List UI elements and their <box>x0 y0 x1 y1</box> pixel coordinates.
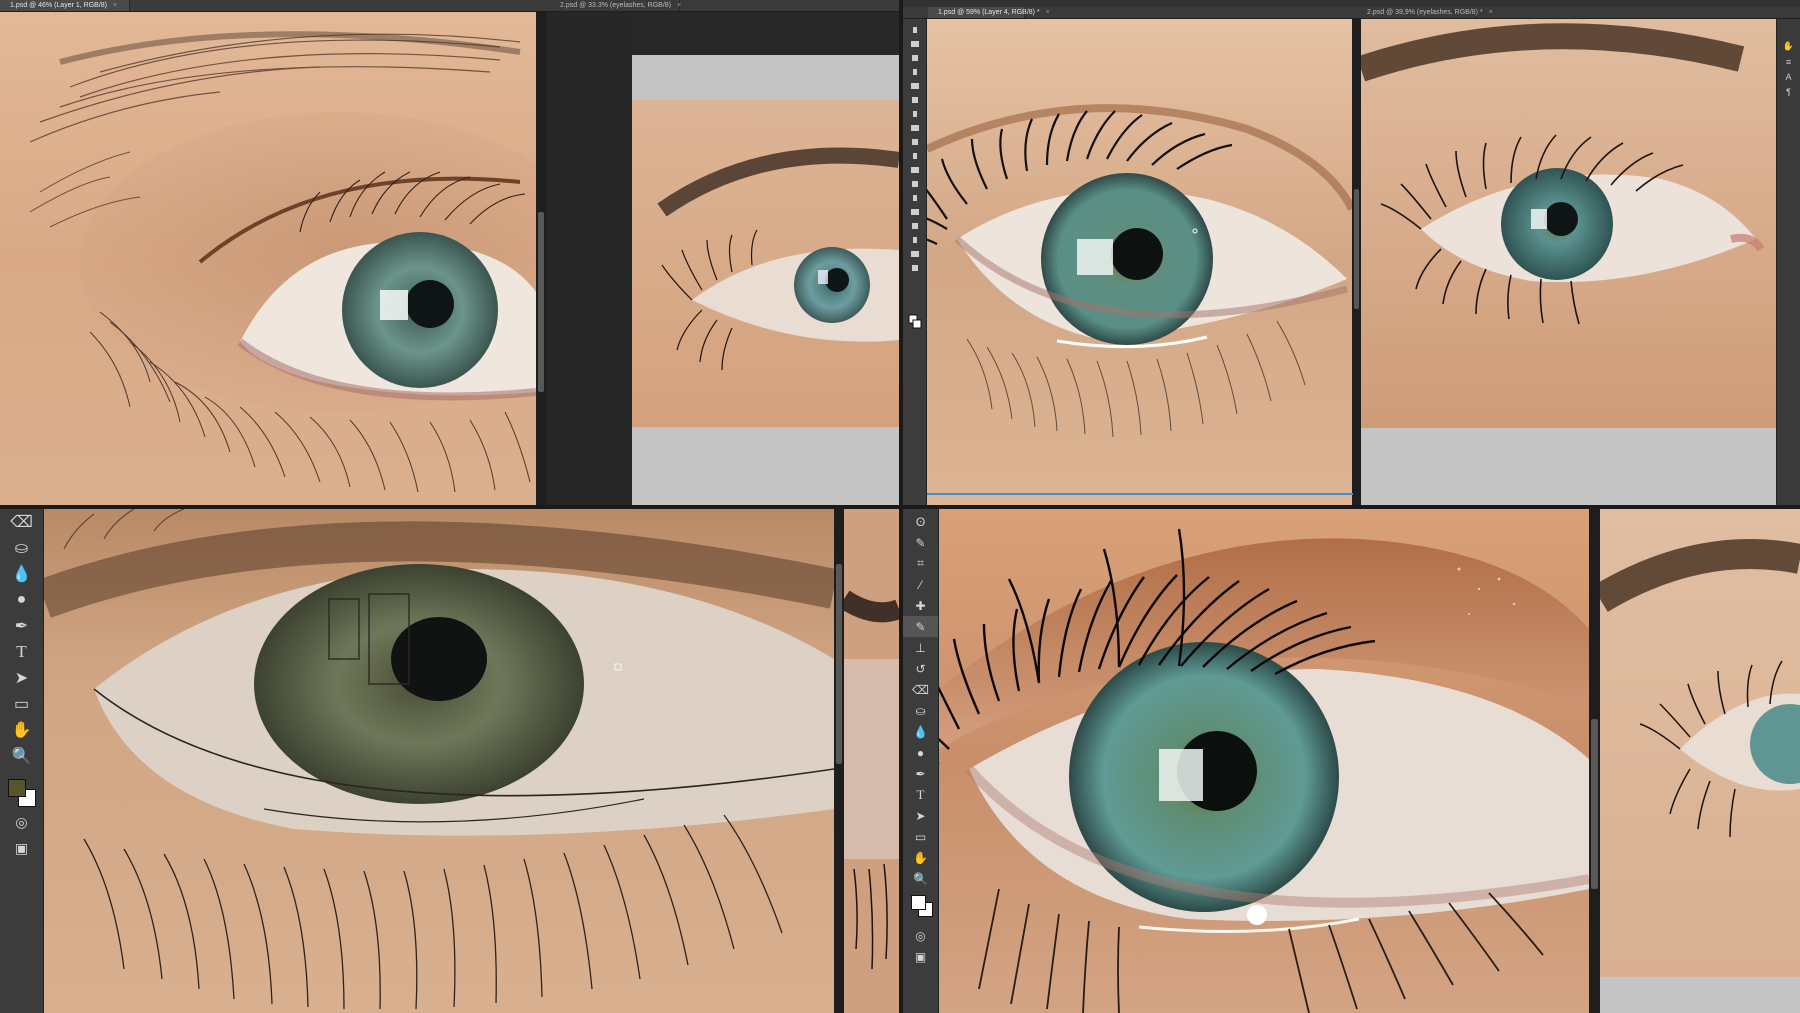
pen-icon[interactable]: ✒ <box>15 613 28 639</box>
progress-line <box>903 493 1353 495</box>
lasso-icon[interactable]: ʘ <box>916 511 925 532</box>
close-icon[interactable]: × <box>1489 9 1493 16</box>
reference-photo[interactable] <box>632 100 899 427</box>
crop-icon[interactable]: ⌗ <box>917 553 924 574</box>
eraser-icon[interactable]: ⌫ <box>912 679 929 700</box>
reference-photo-edge <box>844 509 899 1013</box>
zoom-icon[interactable]: 🔍 <box>913 868 928 889</box>
rectangle-icon[interactable]: ▭ <box>915 826 926 847</box>
path-select-icon[interactable]: ➤ <box>915 805 925 826</box>
rectangle-icon[interactable]: ▭ <box>14 691 29 717</box>
right-panel: ✋ ≡ A ¶ <box>1776 19 1800 505</box>
pasteboard <box>546 12 632 505</box>
blur-icon[interactable]: 💧 <box>913 721 928 742</box>
tab-document-2[interactable]: 2.psd @ 39,9% (eyelashes, RGB/8) * × <box>1357 7 1493 18</box>
tab-document-1[interactable]: 1.psd @ 46% (Layer 1, RGB/8) × <box>0 0 130 11</box>
blur-icon[interactable]: 💧 <box>12 561 32 587</box>
scrollbar-thumb[interactable] <box>836 564 842 764</box>
character-icon[interactable]: A <box>1785 69 1791 84</box>
canvas-border <box>1600 977 1800 1013</box>
painting-canvas[interactable] <box>0 12 536 505</box>
tools-panel <box>903 19 927 505</box>
healing-icon[interactable]: ✚ <box>915 595 925 616</box>
vertical-scrollbar[interactable] <box>1589 509 1600 1013</box>
quick-mask-icon[interactable]: ◎ <box>915 925 925 946</box>
tab-document-1[interactable]: 1.psd @ 59% (Layer 4, RGB/8) * × <box>928 7 1050 18</box>
tool-icons-strip[interactable] <box>905 23 925 353</box>
sponge-icon[interactable]: ● <box>917 742 924 763</box>
document-tabs: 1.psd @ 46% (Layer 1, RGB/8) × 2.psd @ 3… <box>0 0 899 12</box>
tab-label: 2.psd @ 39,9% (eyelashes, RGB/8) * <box>1367 9 1483 16</box>
vertical-scrollbar[interactable] <box>834 509 844 1013</box>
zoom-icon[interactable]: 🔍 <box>12 743 32 769</box>
panel-bottom-left: ⌫ ⛀ 💧 ● ✒ T ➤ ▭ ✋ 🔍 ◎ ▣ <box>0 509 899 1013</box>
history-brush-icon[interactable]: ↺ <box>915 658 925 679</box>
scrollbar-thumb[interactable] <box>538 212 544 392</box>
color-swatches[interactable] <box>904 889 938 925</box>
eraser-icon[interactable]: ⌫ <box>10 509 33 535</box>
eyedropper-icon[interactable]: ⁄ <box>919 574 921 595</box>
tab-document-2[interactable]: 2.psd @ 33.3% (eyelashes, RGB/8) × <box>550 0 681 11</box>
vertical-scrollbar[interactable] <box>536 12 546 505</box>
paint-bucket-icon[interactable]: ⛀ <box>15 535 28 561</box>
screen-mode-icon[interactable]: ▣ <box>915 946 926 967</box>
scrollbar-thumb[interactable] <box>1354 189 1359 309</box>
hand-icon[interactable]: ✋ <box>913 847 928 868</box>
paint-bucket-icon[interactable]: ⛀ <box>915 700 925 721</box>
vertical-scrollbar[interactable] <box>1352 19 1361 505</box>
type-icon[interactable]: T <box>16 639 26 665</box>
sponge-icon[interactable]: ● <box>17 587 27 613</box>
tab-label: 1.psd @ 46% (Layer 1, RGB/8) <box>10 2 107 9</box>
color-swatches[interactable] <box>2 769 42 809</box>
reference-photo[interactable] <box>1600 509 1800 977</box>
brush-icon[interactable]: ✎ <box>903 616 938 637</box>
close-icon[interactable]: × <box>1046 9 1050 16</box>
paragraph-icon[interactable]: ¶ <box>1786 84 1791 99</box>
screen-mode-icon[interactable]: ▣ <box>15 835 28 861</box>
scrollbar-thumb[interactable] <box>1591 719 1598 889</box>
document-tabs: 1.psd @ 59% (Layer 4, RGB/8) * × 2.psd @… <box>903 7 1800 19</box>
foreground-color[interactable] <box>7 779 26 797</box>
quick-mask-icon[interactable]: ◎ <box>15 809 27 835</box>
tools-panel: ʘ ✎ ⌗ ⁄ ✚ ✎ ⊥ ↺ ⌫ ⛀ 💧 ● ✒ T ➤ ▭ ✋ 🔍 ◎ ▣ <box>903 509 939 1013</box>
quick-select-icon[interactable]: ✎ <box>915 532 925 553</box>
hand-icon[interactable]: ✋ <box>12 717 32 743</box>
canvas-border <box>1361 428 1776 505</box>
path-select-icon[interactable]: ➤ <box>15 665 28 691</box>
hand-icon[interactable]: ✋ <box>1783 39 1794 54</box>
panel-bottom-right: ʘ ✎ ⌗ ⁄ ✚ ✎ ⊥ ↺ ⌫ ⛀ 💧 ● ✒ T ➤ ▭ ✋ 🔍 ◎ ▣ <box>903 509 1800 1013</box>
tab-label: 2.psd @ 33.3% (eyelashes, RGB/8) <box>560 2 671 9</box>
type-icon[interactable]: T <box>917 784 925 805</box>
panel-top-right: 1.psd @ 59% (Layer 4, RGB/8) * × 2.psd @… <box>903 0 1800 505</box>
tools-panel: ⌫ ⛀ 💧 ● ✒ T ➤ ▭ ✋ 🔍 ◎ ▣ <box>0 509 44 1013</box>
painting-canvas[interactable] <box>44 509 834 1013</box>
close-icon[interactable]: × <box>113 2 117 9</box>
reference-photo[interactable] <box>1361 19 1776 428</box>
pen-icon[interactable]: ✒ <box>915 763 925 784</box>
tab-label: 1.psd @ 59% (Layer 4, RGB/8) * <box>938 9 1040 16</box>
painting-canvas[interactable] <box>927 19 1352 505</box>
paths-icon[interactable]: ≡ <box>1786 54 1791 69</box>
panel-top-left: 1.psd @ 46% (Layer 1, RGB/8) × 2.psd @ 3… <box>0 0 899 505</box>
painting-canvas[interactable] <box>939 509 1589 1013</box>
close-icon[interactable]: × <box>677 2 681 9</box>
options-bar <box>903 0 1800 7</box>
foreground-color[interactable] <box>910 895 926 910</box>
stamp-icon[interactable]: ⊥ <box>915 637 925 658</box>
